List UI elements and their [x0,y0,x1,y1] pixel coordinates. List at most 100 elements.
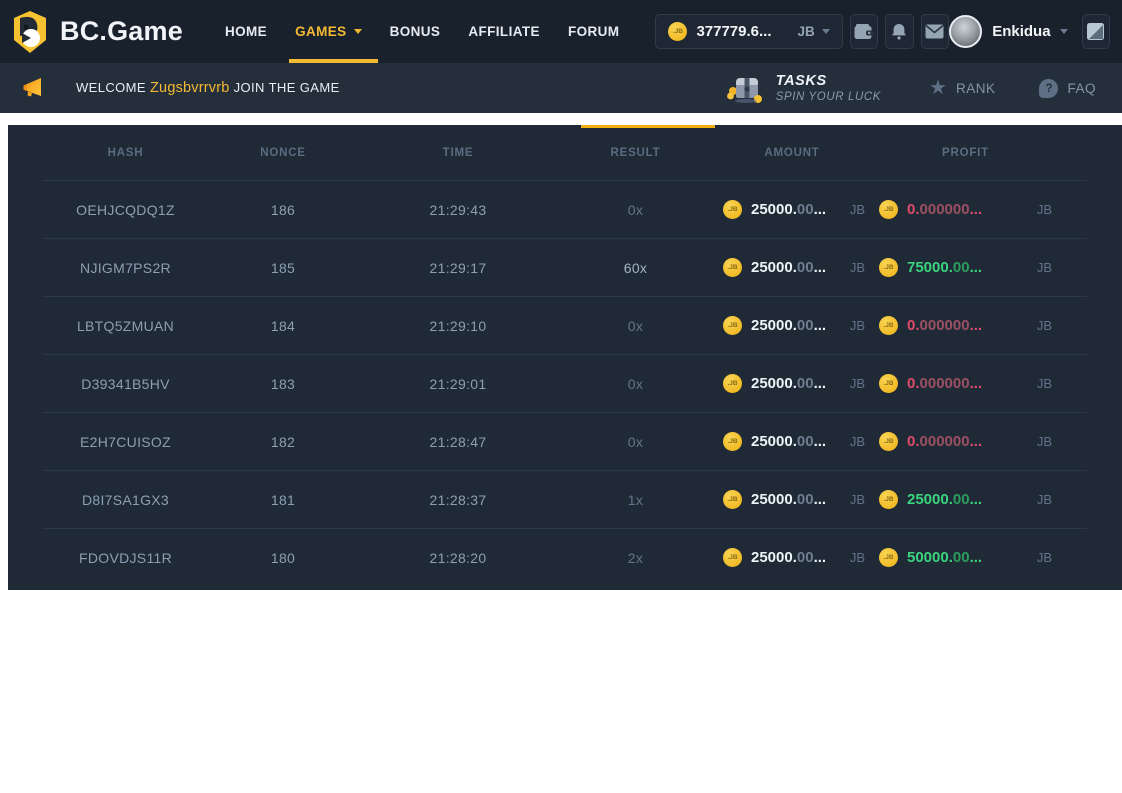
profit-currency-label: JB [1037,550,1052,565]
jb-coin-icon: .JB [879,316,898,335]
bet-row[interactable]: LBTQ5ZMUAN 184 21:29:10 0x .JB 25000.00.… [43,296,1087,354]
amount-currency-label: JB [850,202,865,217]
jb-coin-icon: .JB [879,548,898,567]
jb-coin-icon: .JB [723,200,742,219]
bet-result: 0x [558,202,713,218]
bet-result: 0x [558,434,713,450]
chevron-down-icon [1060,29,1068,34]
balance-amount: 377779.6... [696,23,771,40]
chevron-down-icon [822,29,830,34]
amount-currency-label: JB [850,434,865,449]
bet-amount: .JB 25000.00... JB [713,548,871,567]
bet-nonce: 184 [208,318,358,334]
profit-currency-label: JB [1037,260,1052,275]
amount-currency-label: JB [850,376,865,391]
bet-nonce: 180 [208,550,358,566]
bet-nonce: 186 [208,202,358,218]
bet-row[interactable]: D8I7SA1GX3 181 21:28:37 1x .JB 25000.00.… [43,470,1087,528]
bet-hash[interactable]: OEHJCQDQ1Z [43,202,208,218]
profit-currency-label: JB [1037,202,1052,217]
tasks-label: TASKS SPIN YOUR LUCK [776,73,881,103]
column-header-profit: PROFIT [871,147,1060,159]
jb-coin-icon: .JB [723,548,742,567]
bet-row[interactable]: E2H7CUISOZ 182 21:28:47 0x .JB 25000.00.… [43,412,1087,470]
faq-link[interactable]: ? FAQ [1039,79,1096,98]
main-nav: HOME GAMES BONUS AFFILIATE FORUM [211,0,633,63]
user-menu[interactable]: Enkidua [949,15,1067,48]
nav-item-games[interactable]: GAMES [293,0,364,63]
bet-row[interactable]: D39341B5HV 183 21:29:01 0x .JB 25000.00.… [43,354,1087,412]
jb-coin-icon: .JB [879,258,898,277]
star-icon: ★ [929,78,947,98]
nav-item-affiliate[interactable]: AFFILIATE [466,0,542,63]
tasks-link[interactable]: TASKS SPIN YOUR LUCK [726,72,881,104]
chat-toggle-button[interactable] [1082,14,1110,49]
active-tab-indicator [581,125,715,128]
jb-coin-icon: .JB [879,490,898,509]
welcome-banner: WELCOME Zugsbvrrvrb JOIN THE GAME TASKS … [0,63,1122,113]
bet-profit: .JB 75000.00... JB [871,258,1060,277]
bet-nonce: 185 [208,260,358,276]
jb-coin-icon: .JB [668,22,687,41]
rank-link[interactable]: ★ RANK [929,78,995,98]
bet-hash[interactable]: E2H7CUISOZ [43,434,208,450]
nav-item-home[interactable]: HOME [223,0,269,63]
column-header-result: RESULT [558,147,713,159]
bet-hash[interactable]: LBTQ5ZMUAN [43,318,208,334]
nav-item-label: GAMES [295,24,347,39]
bet-result: 0x [558,376,713,392]
bet-hash[interactable]: NJIGM7PS2R [43,260,208,276]
bet-amount: .JB 25000.00... JB [713,490,871,509]
bet-amount: .JB 25000.00... JB [713,258,871,277]
bet-result: 0x [558,318,713,334]
welcome-username: Zugsbvrrvrb [150,80,230,96]
bcgame-logo-icon [10,10,50,54]
currency-dropdown[interactable]: JB [798,24,830,39]
amount-currency-label: JB [850,492,865,507]
column-header-amount: AMOUNT [713,147,871,159]
nav-item-label: AFFILIATE [468,24,540,39]
brand-logo[interactable]: BC.Game [10,10,183,54]
bet-nonce: 182 [208,434,358,450]
bet-row[interactable]: OEHJCQDQ1Z 186 21:29:43 0x .JB 25000.00.… [43,180,1087,238]
balance-selector[interactable]: .JB 377779.6... JB [655,14,842,49]
column-header-nonce: NONCE [208,147,358,159]
nav-item-label: FORUM [568,24,620,39]
bell-icon [890,23,908,41]
profit-currency-label: JB [1037,492,1052,507]
bet-time: 21:29:01 [358,376,558,392]
bet-time: 21:29:17 [358,260,558,276]
bet-amount: .JB 25000.00... JB [713,374,871,393]
bet-hash[interactable]: D8I7SA1GX3 [43,492,208,508]
bet-nonce: 183 [208,376,358,392]
nav-item-forum[interactable]: FORUM [566,0,622,63]
profit-currency-label: JB [1037,376,1052,391]
profit-currency-label: JB [1037,318,1052,333]
jb-coin-icon: .JB [723,258,742,277]
jb-coin-icon: .JB [723,374,742,393]
bet-hash[interactable]: D39341B5HV [43,376,208,392]
brand-name: BC.Game [60,16,183,47]
welcome-message: WELCOME Zugsbvrrvrb JOIN THE GAME [76,80,340,96]
treasure-chest-icon [726,72,764,104]
amount-currency-label: JB [850,260,865,275]
tasks-title: TASKS [776,73,881,89]
bet-row[interactable]: NJIGM7PS2R 185 21:29:17 60x .JB 25000.00… [43,238,1087,296]
nav-item-label: HOME [225,24,267,39]
bet-profit: .JB 50000.00... JB [871,548,1060,567]
messages-button[interactable] [921,14,949,49]
nav-item-bonus[interactable]: BONUS [388,0,443,63]
bet-hash[interactable]: FDOVDJS11R [43,550,208,566]
bet-result: 2x [558,550,713,566]
bets-panel: HASH NONCE TIME RESULT AMOUNT PROFIT OEH… [8,125,1122,590]
user-name: Enkidua [992,23,1050,40]
notifications-button[interactable] [885,14,913,49]
wallet-button[interactable] [850,14,878,49]
jb-coin-icon: .JB [879,432,898,451]
currency-code: JB [798,24,815,39]
bets-table-header: HASH NONCE TIME RESULT AMOUNT PROFIT [43,125,1087,180]
bet-row[interactable]: FDOVDJS11R 180 21:28:20 2x .JB 25000.00.… [43,528,1087,586]
column-header-hash: HASH [43,147,208,159]
bet-profit: .JB 0.000000... JB [871,316,1060,335]
question-icon: ? [1039,79,1058,98]
